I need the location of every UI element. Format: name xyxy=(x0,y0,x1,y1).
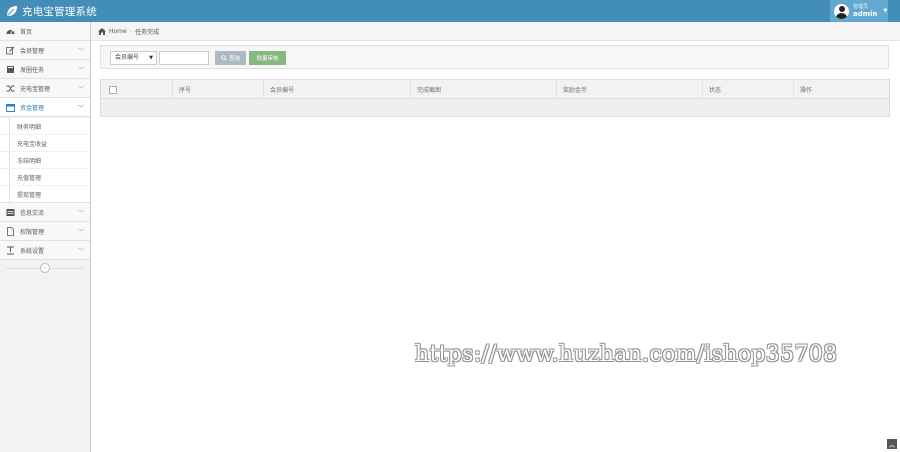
sidebar-item-label: 信息交流 xyxy=(20,209,45,217)
main-content: Home › 任务完成 会员编号 ▼ 查询 批量审核 序号 会员编号 完成截图 … xyxy=(91,22,900,452)
sidebar-item-permissions[interactable]: 权限管理 ﹀ xyxy=(0,222,90,241)
sidebar-item-messages[interactable]: 信息交流 ﹀ xyxy=(0,203,90,222)
table-header: 序号 会员编号 完成截图 奖励金币 状态 操作 xyxy=(101,80,889,99)
home-icon[interactable] xyxy=(98,27,106,35)
sidebar-item-label: 系统设置 xyxy=(20,247,45,255)
sidebar-item-label: 充电宝管理 xyxy=(20,85,51,93)
column-header-index[interactable]: 序号 xyxy=(173,80,264,99)
select-all-checkbox[interactable] xyxy=(109,85,117,94)
search-panel: 会员编号 ▼ 查询 批量审核 xyxy=(100,45,889,69)
brand[interactable]: 充电宝管理系统 xyxy=(6,3,97,19)
sidebar-collapse-row: « xyxy=(0,260,90,276)
breadcrumb-home[interactable]: Home xyxy=(109,28,127,35)
task-table: 序号 会员编号 完成截图 奖励金币 状态 操作 xyxy=(100,79,890,117)
submenu-item-recharge[interactable]: 充值管理 xyxy=(0,168,90,185)
column-header-status[interactable]: 状态 xyxy=(703,80,794,99)
text-width-icon xyxy=(6,246,15,255)
column-header-screenshot[interactable]: 完成截图 xyxy=(411,80,557,99)
book-icon xyxy=(6,65,15,74)
chevron-down-icon: ﹀ xyxy=(77,48,84,55)
sidebar-item-label: 会员管理 xyxy=(20,47,45,55)
breadcrumb-separator-icon: › xyxy=(129,27,133,35)
sidebar-item-label: 发圈任务 xyxy=(20,66,45,74)
submenu-item-finance-detail[interactable]: 财务明细 xyxy=(0,117,90,134)
scroll-to-top-button[interactable]: ︽ xyxy=(887,439,897,449)
sidebar-item-home[interactable]: 首页 xyxy=(0,22,90,41)
submenu-item-frozen-detail[interactable]: 冻结明细 xyxy=(0,151,90,168)
finance-submenu: 财务明细 充电宝收益 冻结明细 充值管理 提现管理 xyxy=(0,117,90,203)
file-icon xyxy=(6,226,15,236)
user-name: admin xyxy=(853,10,878,18)
sidebar-item-settings[interactable]: 系统设置 ﹀ xyxy=(0,241,90,260)
chevron-down-icon: ﹀ xyxy=(77,67,84,74)
column-header-member-id[interactable]: 会员编号 xyxy=(264,80,411,99)
sidebar-item-label: 首页 xyxy=(20,28,33,36)
search-button[interactable]: 查询 xyxy=(215,51,246,65)
submenu-item-withdraw[interactable]: 提现管理 xyxy=(0,185,90,202)
chevron-down-icon: ﹀ xyxy=(77,86,84,93)
search-button-label: 查询 xyxy=(228,56,240,62)
edit-icon xyxy=(6,46,15,55)
search-icon xyxy=(221,55,227,61)
select-value: 会员编号 xyxy=(115,54,140,61)
chevron-down-icon: ﹀ xyxy=(77,229,84,236)
breadcrumb-current: 任务完成 xyxy=(135,28,160,36)
sidebar-item-powerbank[interactable]: 充电宝管理 ﹀ xyxy=(0,79,90,98)
submenu-item-powerbank-income[interactable]: 充电宝收益 xyxy=(0,134,90,151)
sidebar-item-members[interactable]: 会员管理 ﹀ xyxy=(0,41,90,60)
sidebar: 首页 会员管理 ﹀ 发圈任务 ﹀ 充电宝管理 ﹀ 资金管理 ﹀ 财务明细 充电宝… xyxy=(0,22,91,452)
sidebar-item-label: 资金管理 xyxy=(20,104,45,112)
select-all-cell xyxy=(101,80,173,99)
table-empty-row xyxy=(101,99,889,116)
chevron-down-icon: ﹀ xyxy=(77,210,84,217)
batch-review-label: 批量审核 xyxy=(256,56,279,62)
column-header-actions: 操作 xyxy=(800,87,813,94)
avatar xyxy=(834,3,849,19)
tachometer-icon xyxy=(6,27,15,36)
caret-down-icon: ▼ xyxy=(883,8,888,14)
list-icon xyxy=(6,208,15,217)
chevron-down-icon: ﹀ xyxy=(77,105,84,112)
double-angle-left-icon[interactable]: « xyxy=(40,263,50,273)
sidebar-item-tasks[interactable]: 发圈任务 ﹀ xyxy=(0,60,90,79)
calendar-icon xyxy=(6,103,15,112)
breadcrumb: Home › 任务完成 xyxy=(91,22,900,41)
random-icon xyxy=(6,84,15,93)
leaf-icon xyxy=(7,6,17,16)
app-title: 充电宝管理系统 xyxy=(22,5,97,18)
batch-review-button[interactable]: 批量审核 xyxy=(249,51,286,65)
search-field-select[interactable]: 会员编号 ▼ xyxy=(110,51,157,65)
double-angle-up-icon: ︽ xyxy=(888,441,895,449)
sidebar-item-label: 权限管理 xyxy=(20,228,45,236)
caret-down-icon: ▼ xyxy=(149,55,153,61)
column-header-reward[interactable]: 奖励金币 xyxy=(557,80,703,99)
sidebar-item-finance[interactable]: 资金管理 ﹀ xyxy=(0,98,90,117)
top-navbar: 充电宝管理系统 管理员 admin ▼ xyxy=(0,0,900,22)
chevron-down-icon: ﹀ xyxy=(77,248,84,255)
user-menu[interactable]: 管理员 admin ▼ xyxy=(830,0,888,22)
watermark-text: https://www.huzhan.com/ishop35708 xyxy=(415,342,838,367)
search-input[interactable] xyxy=(159,51,209,65)
